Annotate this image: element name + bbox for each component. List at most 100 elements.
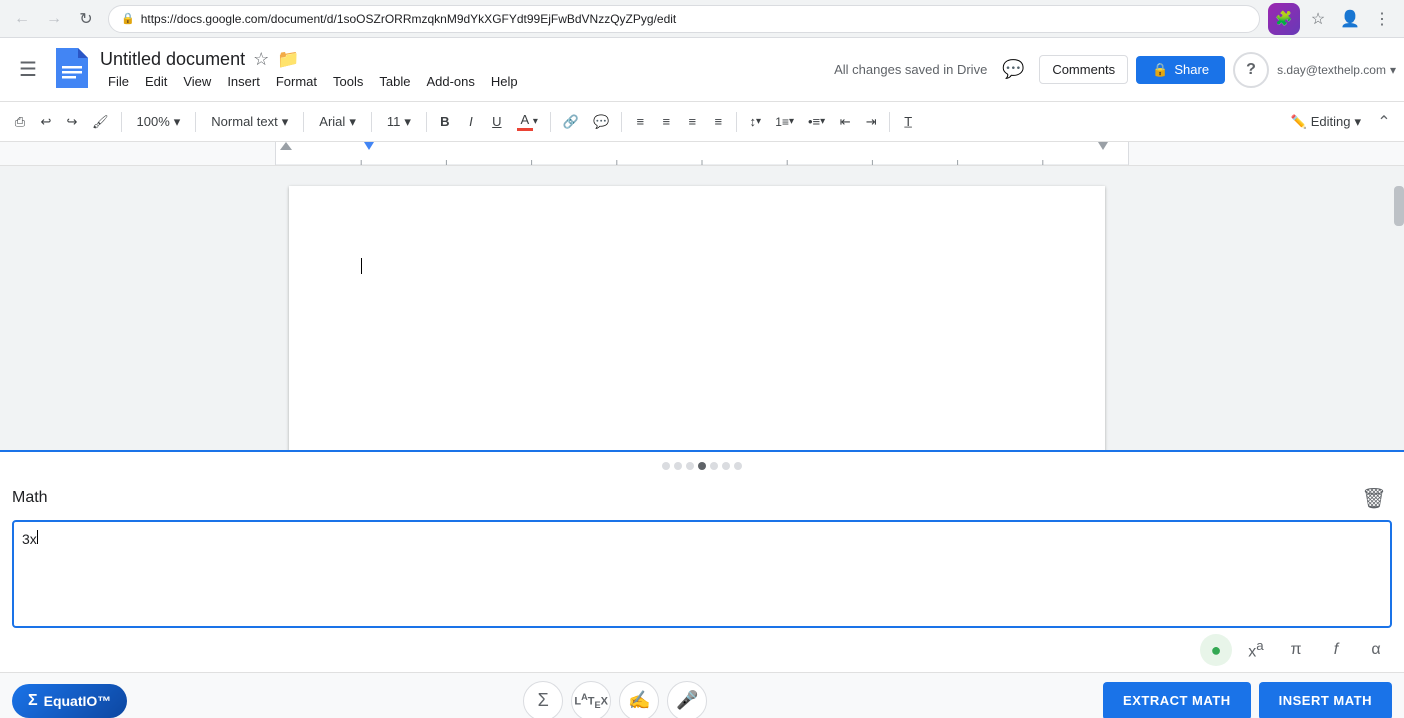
account-area[interactable]: s.day@texthelp.com ▾ <box>1277 63 1396 77</box>
function-icon: f <box>1334 641 1338 659</box>
color-bar <box>517 128 533 131</box>
function-button[interactable]: f <box>1320 634 1352 666</box>
dot-5 <box>710 462 718 470</box>
size-chevron: ▾ <box>404 114 411 130</box>
menu-insert[interactable]: Insert <box>219 72 268 91</box>
delete-button[interactable]: 🗑 <box>1356 480 1392 516</box>
font-dropdown[interactable]: Arial ▾ <box>310 107 365 137</box>
account-icon-btn[interactable]: 👤 <box>1336 5 1364 33</box>
toolbar-sep-6 <box>550 112 551 132</box>
secure-icon: 🔒 <box>121 12 135 25</box>
indent-more-icon: ⇥ <box>866 114 877 130</box>
handwrite-button[interactable]: ✍ <box>619 681 659 718</box>
align-center-button[interactable]: ≡ <box>654 107 678 137</box>
ruler-inner <box>275 142 1129 165</box>
latex-icon: LATEX <box>574 692 608 710</box>
back-button[interactable]: ← <box>8 5 36 33</box>
account-chevron: ▾ <box>1390 63 1396 77</box>
latex-button[interactable]: LATEX <box>571 681 611 718</box>
comments-label: Comments <box>1052 62 1115 77</box>
star-icon: ☆ <box>1311 9 1325 29</box>
line-spacing-chevron: ▾ <box>756 116 761 127</box>
hamburger-button[interactable]: ☰ <box>8 50 48 90</box>
handwrite-icon: ✍ <box>628 690 650 711</box>
format-paint-button[interactable]: 🖌 <box>86 107 115 137</box>
zoom-dropdown[interactable]: 100% ▾ <box>128 107 190 137</box>
undo-button[interactable]: ↩ <box>34 107 58 137</box>
share-label: Share <box>1174 62 1209 77</box>
refresh-button[interactable]: ↻ <box>72 5 100 33</box>
dot-3 <box>686 462 694 470</box>
doc-title[interactable]: Untitled document <box>100 49 245 70</box>
indent-less-icon: ⇤ <box>840 114 851 130</box>
math-input-area[interactable]: 3x <box>12 520 1392 628</box>
text-color-button[interactable]: A ▾ <box>511 107 544 137</box>
green-circle-icon[interactable]: ● <box>1200 634 1232 666</box>
address-bar[interactable]: 🔒 https://docs.google.com/document/d/1so… <box>108 5 1260 33</box>
align-right-button[interactable]: ≡ <box>680 107 704 137</box>
list-chevron: ▾ <box>789 116 794 127</box>
comment-icon: 💬 <box>593 114 609 130</box>
style-dropdown[interactable]: Normal text ▾ <box>202 107 297 137</box>
bullet-list-button[interactable]: •≡ ▾ <box>802 107 831 137</box>
zoom-value: 100% <box>137 114 170 129</box>
link-button[interactable]: 🔗 <box>557 107 585 137</box>
help-button[interactable]: ? <box>1233 52 1269 88</box>
forward-button[interactable]: → <box>40 5 68 33</box>
redo-button[interactable]: ↪ <box>60 107 84 137</box>
math-bottom-toolbar: Σ EquatIO™ Σ LATEX ✍ 🎤 <box>0 672 1404 718</box>
menu-tools[interactable]: Tools <box>325 72 371 91</box>
math-panel: Math 🗑 3x ● xa π f <box>0 450 1404 718</box>
bullet-list-icon: •≡ <box>808 114 820 129</box>
link-icon: 🔗 <box>563 114 579 130</box>
alpha-button[interactable]: α <box>1360 634 1392 666</box>
lock-icon: 🔒 <box>1152 62 1168 78</box>
italic-button[interactable]: I <box>459 107 483 137</box>
text-color-chevron: ▾ <box>533 116 538 127</box>
size-dropdown[interactable]: 11 ▾ <box>378 107 420 137</box>
share-button[interactable]: 🔒 Share <box>1136 56 1225 84</box>
indent-less-button[interactable]: ⇤ <box>833 107 857 137</box>
comment-icon-button[interactable]: 💬 <box>995 52 1031 88</box>
superscript-button[interactable]: xa <box>1240 634 1272 666</box>
print-button[interactable]: ⎙ <box>8 107 32 137</box>
pi-button[interactable]: π <box>1280 634 1312 666</box>
doc-folder-button[interactable]: 📁 <box>277 49 299 70</box>
menu-file[interactable]: File <box>100 72 137 91</box>
extract-math-button[interactable]: EXTRACT MATH <box>1103 682 1251 718</box>
plugin-badge[interactable]: 🧩 <box>1268 3 1300 35</box>
editing-mode-label: Editing <box>1311 114 1351 129</box>
underline-button[interactable]: U <box>485 107 509 137</box>
pi-icon: π <box>1290 641 1301 659</box>
menu-view[interactable]: View <box>175 72 219 91</box>
microphone-button[interactable]: 🎤 <box>667 681 707 718</box>
menu-table[interactable]: Table <box>371 72 418 91</box>
align-justify-button[interactable]: ≡ <box>706 107 730 137</box>
comments-button[interactable]: Comments <box>1039 55 1128 84</box>
insert-math-button[interactable]: INSERT MATH <box>1259 682 1392 718</box>
line-spacing-button[interactable]: ↕ ▾ <box>743 107 767 137</box>
chat-icon: 💬 <box>1002 59 1024 80</box>
bold-button[interactable]: B <box>433 107 457 137</box>
clear-formatting-button[interactable]: T̲ <box>896 107 920 137</box>
collapse-toolbar-button[interactable]: ⌃ <box>1372 110 1396 134</box>
star-button[interactable]: ☆ <box>1304 5 1332 33</box>
toolbar-sep-8 <box>736 112 737 132</box>
undo-icon: ↩ <box>41 114 52 130</box>
menu-edit[interactable]: Edit <box>137 72 175 91</box>
numbered-list-button[interactable]: 1≡ ▾ <box>769 107 800 137</box>
docs-header: ☰ Untitled document ☆ 📁 File Edit View <box>0 38 1404 102</box>
menu-help[interactable]: Help <box>483 72 526 91</box>
toolbar-sep-3 <box>303 112 304 132</box>
comment-button[interactable]: 💬 <box>587 107 615 137</box>
menu-addons[interactable]: Add-ons <box>418 72 482 91</box>
doc-star-button[interactable]: ☆ <box>253 49 269 70</box>
sigma-button[interactable]: Σ <box>523 681 563 718</box>
zoom-chevron: ▾ <box>174 114 181 130</box>
more-options-button[interactable]: ⋮ <box>1368 5 1396 33</box>
indent-more-button[interactable]: ⇥ <box>859 107 883 137</box>
editing-mode-dropdown[interactable]: ✏️ Editing ▾ <box>1282 107 1370 137</box>
menu-format[interactable]: Format <box>268 72 325 91</box>
align-left-button[interactable]: ≡ <box>628 107 652 137</box>
equatio-logo[interactable]: Σ EquatIO™ <box>12 684 127 718</box>
